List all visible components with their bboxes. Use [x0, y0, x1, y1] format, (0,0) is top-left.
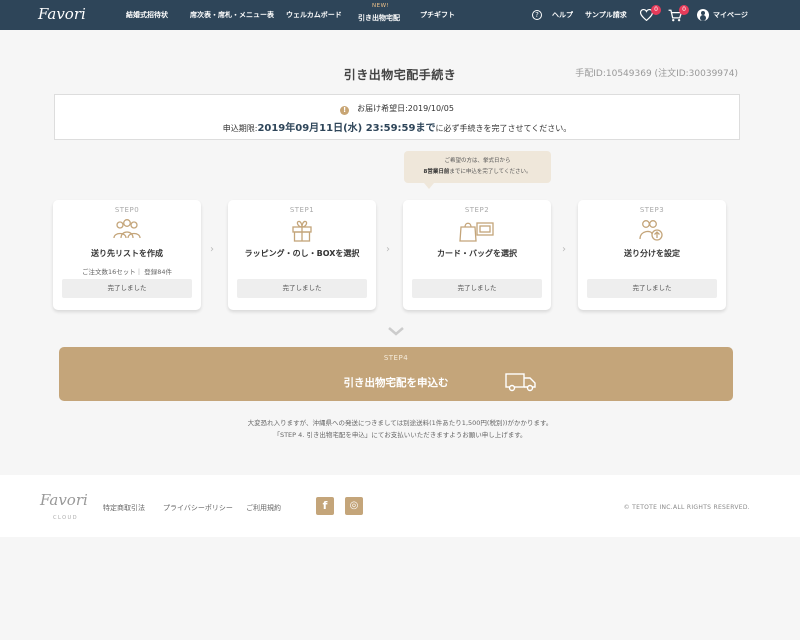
payment-note: 「STEP 4. 引き出物宅配を申込」にてお支払いいただきますようお願い申し上げ… — [273, 431, 527, 439]
facebook-icon[interactable]: f — [316, 497, 334, 515]
okinawa-shipping-note: 大変恐れ入りますが、沖縄県への発送につきましては別途送料(1件あたり1,500円… — [247, 419, 553, 427]
instagram-icon[interactable]: ◎ — [345, 497, 363, 515]
footer-link-terms[interactable]: ご利用規約 — [246, 503, 281, 513]
step3-card[interactable]: STEP3 送り分けを設定 完了しました — [578, 200, 726, 310]
deadline-notice: ! お届け希望日:2019/10/05 申込期限:2019年09月11日(水) 2… — [54, 94, 740, 140]
deadline-label: 申込期限: — [222, 124, 258, 133]
exclamation-icon: ! — [340, 106, 350, 115]
step0-summary: ご注文数16セット｜ 登録84件 — [81, 268, 173, 276]
nav-invitations[interactable]: 結婚式招待状 — [126, 0, 168, 30]
delivery-date-value: 2019/10/05 — [407, 104, 454, 113]
step2-card[interactable]: STEP2 カード・バッグを選択 完了しました — [403, 200, 551, 310]
copyright: © TETOTE INC.ALL RIGHTS RESERVED. — [623, 504, 750, 511]
step2-deadline-tooltip: ご希望の方は、挙式日から 8営業日前までに申込を完了してください。 — [404, 151, 551, 189]
step1-status: 完了しました — [237, 279, 367, 298]
chevron-down-icon — [388, 327, 404, 336]
user-icon[interactable] — [697, 9, 709, 21]
nav-gift-delivery[interactable]: 引き出物宅配 — [358, 3, 400, 33]
step4-apply-button[interactable]: STEP4 引き出物宅配を申込む — [59, 347, 733, 401]
step0-status: 完了しました — [62, 279, 192, 298]
footer: Favori CLOUD 特定商取引法 プライバシーポリシー ご利用規約 f ◎… — [0, 475, 800, 537]
sample-request-link[interactable]: サンプル請求 — [585, 0, 627, 30]
tooltip-highlight: 8営業日前 — [423, 169, 450, 175]
tooltip-line2-rest: までに申込を完了してください。 — [449, 169, 532, 175]
delivery-date-line: ! お届け希望日:2019/10/05 — [55, 103, 739, 115]
step4-label: STEP4 — [383, 354, 409, 362]
step2-label: STEP2 — [464, 206, 490, 214]
footer-logo-sub: CLOUD — [53, 515, 79, 521]
cart-count-badge: 0 — [679, 5, 689, 15]
step3-label: STEP3 — [639, 206, 665, 214]
footer-link-privacy-policy[interactable]: プライバシーポリシー — [163, 503, 233, 513]
footer-logo[interactable]: Favori — [40, 491, 88, 509]
deadline-date: 2019年09月11日(水) 23:59:59まで — [257, 123, 436, 134]
step2-status: 完了しました — [412, 279, 542, 298]
chevron-right-icon: › — [562, 244, 566, 255]
step3-title: 送り分けを設定 — [624, 249, 680, 258]
order-id: 手配ID:10549369 (注文ID:30039974) — [575, 69, 738, 79]
gift-box-icon — [292, 220, 312, 242]
deadline-line: 申込期限:2019年09月11日(水) 23:59:59までに必ず手続きを完了さ… — [55, 119, 739, 134]
top-header: Favori 結婚式招待状 席次表・席札・メニュー表 ウェルカムボード NEW!… — [0, 0, 800, 30]
step0-label: STEP0 — [114, 206, 140, 214]
favorites-count-badge: 0 — [651, 5, 661, 15]
people-upload-icon — [639, 220, 663, 241]
help-icon[interactable]: ? — [532, 10, 542, 20]
step3-status: 完了しました — [587, 279, 717, 298]
step1-title: ラッピング・のし・BOXを選択 — [244, 249, 360, 258]
step2-title: カード・バッグを選択 — [437, 249, 517, 258]
step0-card[interactable]: STEP0 送り先リストを作成 ご注文数16セット｜ 登録84件 完了しました — [53, 200, 201, 310]
step1-label: STEP1 — [289, 206, 315, 214]
tooltip-line2: 8営業日前までに申込を完了してください。 — [404, 167, 551, 178]
step4-title: 引き出物宅配を申込む — [343, 377, 449, 389]
delivery-truck-icon — [505, 373, 536, 392]
mypage-link[interactable]: マイページ — [713, 0, 748, 30]
chevron-right-icon: › — [210, 244, 214, 255]
help-link[interactable]: ヘルプ — [552, 0, 573, 30]
card-and-bag-icon — [459, 222, 494, 242]
tooltip-line1: ご希望の方は、挙式日から — [444, 158, 511, 164]
delivery-date-label: お届け希望日: — [357, 104, 408, 113]
nav-petit-gift[interactable]: プチギフト — [420, 0, 455, 30]
deadline-suffix: に必ず手続きを完了させてください。 — [435, 124, 572, 133]
chevron-right-icon: › — [386, 244, 390, 255]
step1-card[interactable]: STEP1 ラッピング・のし・BOXを選択 完了しました — [228, 200, 376, 310]
nav-welcome-board[interactable]: ウェルカムボード — [286, 0, 342, 30]
step0-title: 送り先リストを作成 — [91, 249, 163, 258]
people-group-icon — [113, 219, 141, 239]
favori-logo[interactable]: Favori — [38, 5, 86, 23]
footer-link-commerce-law[interactable]: 特定商取引法 — [103, 503, 145, 513]
nav-seating-charts[interactable]: 席次表・席札・メニュー表 — [190, 0, 274, 30]
